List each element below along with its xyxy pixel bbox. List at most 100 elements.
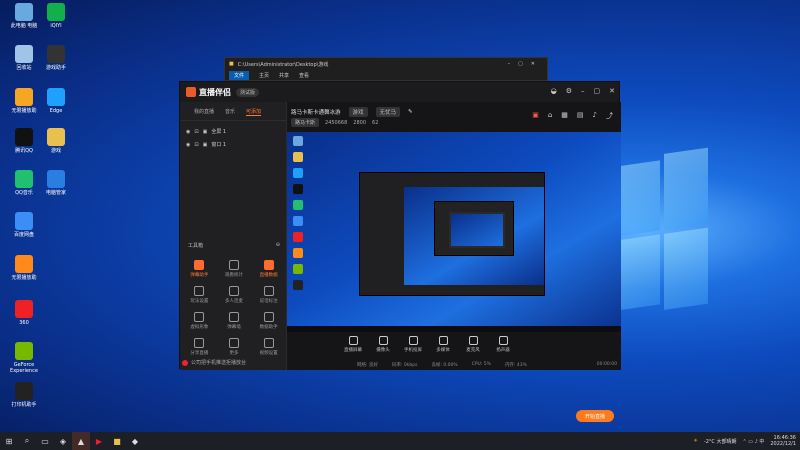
tool-item[interactable]: 视频设置 [251, 338, 286, 356]
tool-item[interactable]: 玩法设置 [182, 286, 217, 304]
file-explorer-window[interactable]: ■ C:\Users\Administrator\Desktop\游戏 –▢✕ 文件… [224, 57, 548, 81]
room-category[interactable]: 游戏 [348, 107, 368, 117]
tool-label: 多人连麦 [224, 299, 243, 304]
desktop-icon[interactable]: GeForce Experience [4, 342, 44, 374]
search-icon[interactable]: ⌕ [18, 432, 36, 450]
left-tab[interactable]: 音乐 [225, 108, 235, 116]
tool-item[interactable]: 数据助手 [251, 312, 286, 330]
online-count: 62 [372, 119, 379, 126]
lock-icon[interactable]: ⊡ [194, 129, 198, 135]
toolbox-title: 工具箱 [188, 243, 204, 249]
source-button[interactable]: 手机投屏 [403, 336, 423, 353]
desktop-icon[interactable]: 游戏 [36, 128, 76, 154]
window-controls[interactable]: –▢✕ [508, 61, 543, 67]
scene-item[interactable]: ◉ ⊡ ▣ 窗口 1 [180, 138, 286, 151]
bell-icon: ♪ [592, 111, 597, 119]
left-tab[interactable]: 可添加 [246, 108, 262, 116]
tool-item[interactable]: 观看统计 [217, 260, 252, 278]
tool-item[interactable]: 更多 [217, 338, 252, 356]
live-app-icon[interactable]: ▲ [72, 432, 90, 450]
tool-item[interactable]: 多人连麦 [217, 286, 252, 304]
tool-item[interactable]: 弹幕助手 [182, 260, 217, 278]
game-icon[interactable]: ◈ [54, 432, 72, 450]
desktop-icon-label: 电脑管家 [45, 190, 66, 196]
desktop-icon-label: 打印机助手 [11, 402, 37, 408]
source-button[interactable]: 直播屏幕 [343, 336, 363, 353]
desktop-icon-label: 游戏助手 [45, 65, 66, 71]
tool-item[interactable]: 虚拟形象 [182, 312, 217, 330]
explorer-tab[interactable]: 主页 [259, 72, 269, 79]
source-button[interactable]: 摄像头 [373, 336, 393, 353]
desktop-icon-label: 游戏 [50, 148, 61, 154]
status-item: 丢帧: 0.00% [431, 363, 458, 368]
video-icon[interactable]: ▶ [90, 432, 108, 450]
close-icon: ✕ [609, 87, 615, 95]
scene-type-icon: ▣ [202, 128, 208, 135]
status-item: 码率: 0kbps [391, 363, 418, 368]
source-icon [438, 336, 448, 345]
settings-icon: ⚙ [565, 87, 572, 95]
tool-icon [228, 260, 239, 270]
desktop-icon[interactable]: 360 [4, 300, 44, 326]
desktop-icon-label: Edge [49, 108, 63, 114]
eye-icon[interactable]: ◉ [186, 129, 190, 135]
source-button[interactable]: 多媒体 [433, 336, 453, 353]
hint-text[interactable]: 公司把手机推送拒播放台 [191, 359, 246, 366]
edit-icon[interactable]: ✎ [408, 109, 413, 115]
tool-item[interactable]: 弹幕墙 [217, 312, 252, 330]
desktop-icon[interactable]: 百度网盘 [4, 212, 44, 238]
tool-label: 直播数据 [259, 273, 278, 278]
tool-item[interactable]: 直播数据 [251, 260, 286, 278]
explorer-tab[interactable]: 共享 [279, 72, 289, 79]
toolbox-expand-icon[interactable]: ⊖ [276, 242, 280, 249]
source-icon [348, 336, 358, 345]
start-icon[interactable]: ⊞ [0, 432, 18, 450]
explorer-tab[interactable]: 查看 [299, 72, 309, 79]
weather-text[interactable]: -2°C 大部晴朗 [704, 438, 737, 445]
clock[interactable]: 16:46:36 2022/12/1 [770, 435, 796, 447]
room-tag2[interactable]: 路马卡斯 [291, 118, 320, 127]
explorer-tab[interactable]: 文件 [229, 71, 250, 80]
app-icon [15, 128, 33, 146]
header-actions[interactable]: ▣ ⌂ ▦ ▤ ♪ ⤴ [532, 111, 613, 121]
likes-count: 2800 [353, 119, 367, 126]
app-icon [15, 255, 33, 273]
desktop-icon[interactable]: 打印机助手 [4, 382, 44, 408]
tray-icons[interactable]: ⌃ ▭ ♪ 中 [742, 438, 764, 445]
weather-icon[interactable]: ☀ [693, 438, 697, 444]
left-tab[interactable]: 我的直播 [194, 108, 214, 116]
weibo-icon [182, 359, 188, 366]
tool-icon [228, 312, 239, 322]
tool-label: 观看统计 [224, 273, 243, 278]
source-button[interactable]: 扬声器 [493, 336, 513, 353]
status-item: CPU: 5% [471, 362, 491, 367]
desktop-icon[interactable]: 电脑管家 [36, 170, 76, 196]
tool-item[interactable]: 分享直播 [182, 338, 217, 356]
app-icon [15, 212, 33, 230]
folder-taskbar-icon[interactable]: ■ [108, 432, 126, 450]
task-view-icon[interactable]: ▭ [36, 432, 54, 450]
desktop-icon-label: iQIYI [50, 23, 62, 29]
desktop-icon[interactable]: 游戏助手 [36, 45, 76, 71]
desktop-icon[interactable]: Edge [36, 88, 76, 114]
box-icon: ▤ [576, 111, 584, 119]
desktop-icon[interactable]: 无限播放助 [4, 255, 44, 281]
title-controls[interactable]: ◒ ⚙ – ▢ ✕ [551, 87, 615, 95]
start-live-button[interactable]: 开始直播 [576, 410, 614, 422]
room-sub[interactable]: 无忧马 [375, 107, 401, 117]
source-button[interactable]: 麦克风 [463, 336, 483, 353]
scene-item[interactable]: ◉ ⊡ ▣ 全屏 1 [180, 125, 286, 138]
desktop-icon[interactable]: iQIYI [36, 3, 76, 29]
version-badge[interactable]: 测试版 [236, 87, 260, 97]
app-taskbar-icon[interactable]: ◆ [126, 432, 144, 450]
tool-item[interactable]: 说话标注 [251, 286, 286, 304]
room-title[interactable]: 路马卡斯卡通舞冰游 [291, 108, 341, 116]
source-label: 多媒体 [436, 348, 450, 353]
eye-icon[interactable]: ◉ [186, 142, 190, 148]
stream-preview[interactable] [287, 132, 621, 332]
lock-icon: ⌂ [547, 111, 553, 119]
grid-icon: ▦ [561, 111, 568, 119]
gift-icon: ▣ [532, 111, 539, 119]
folder-icon: ■ [229, 61, 234, 67]
lock-icon[interactable]: ⊡ [194, 142, 198, 148]
